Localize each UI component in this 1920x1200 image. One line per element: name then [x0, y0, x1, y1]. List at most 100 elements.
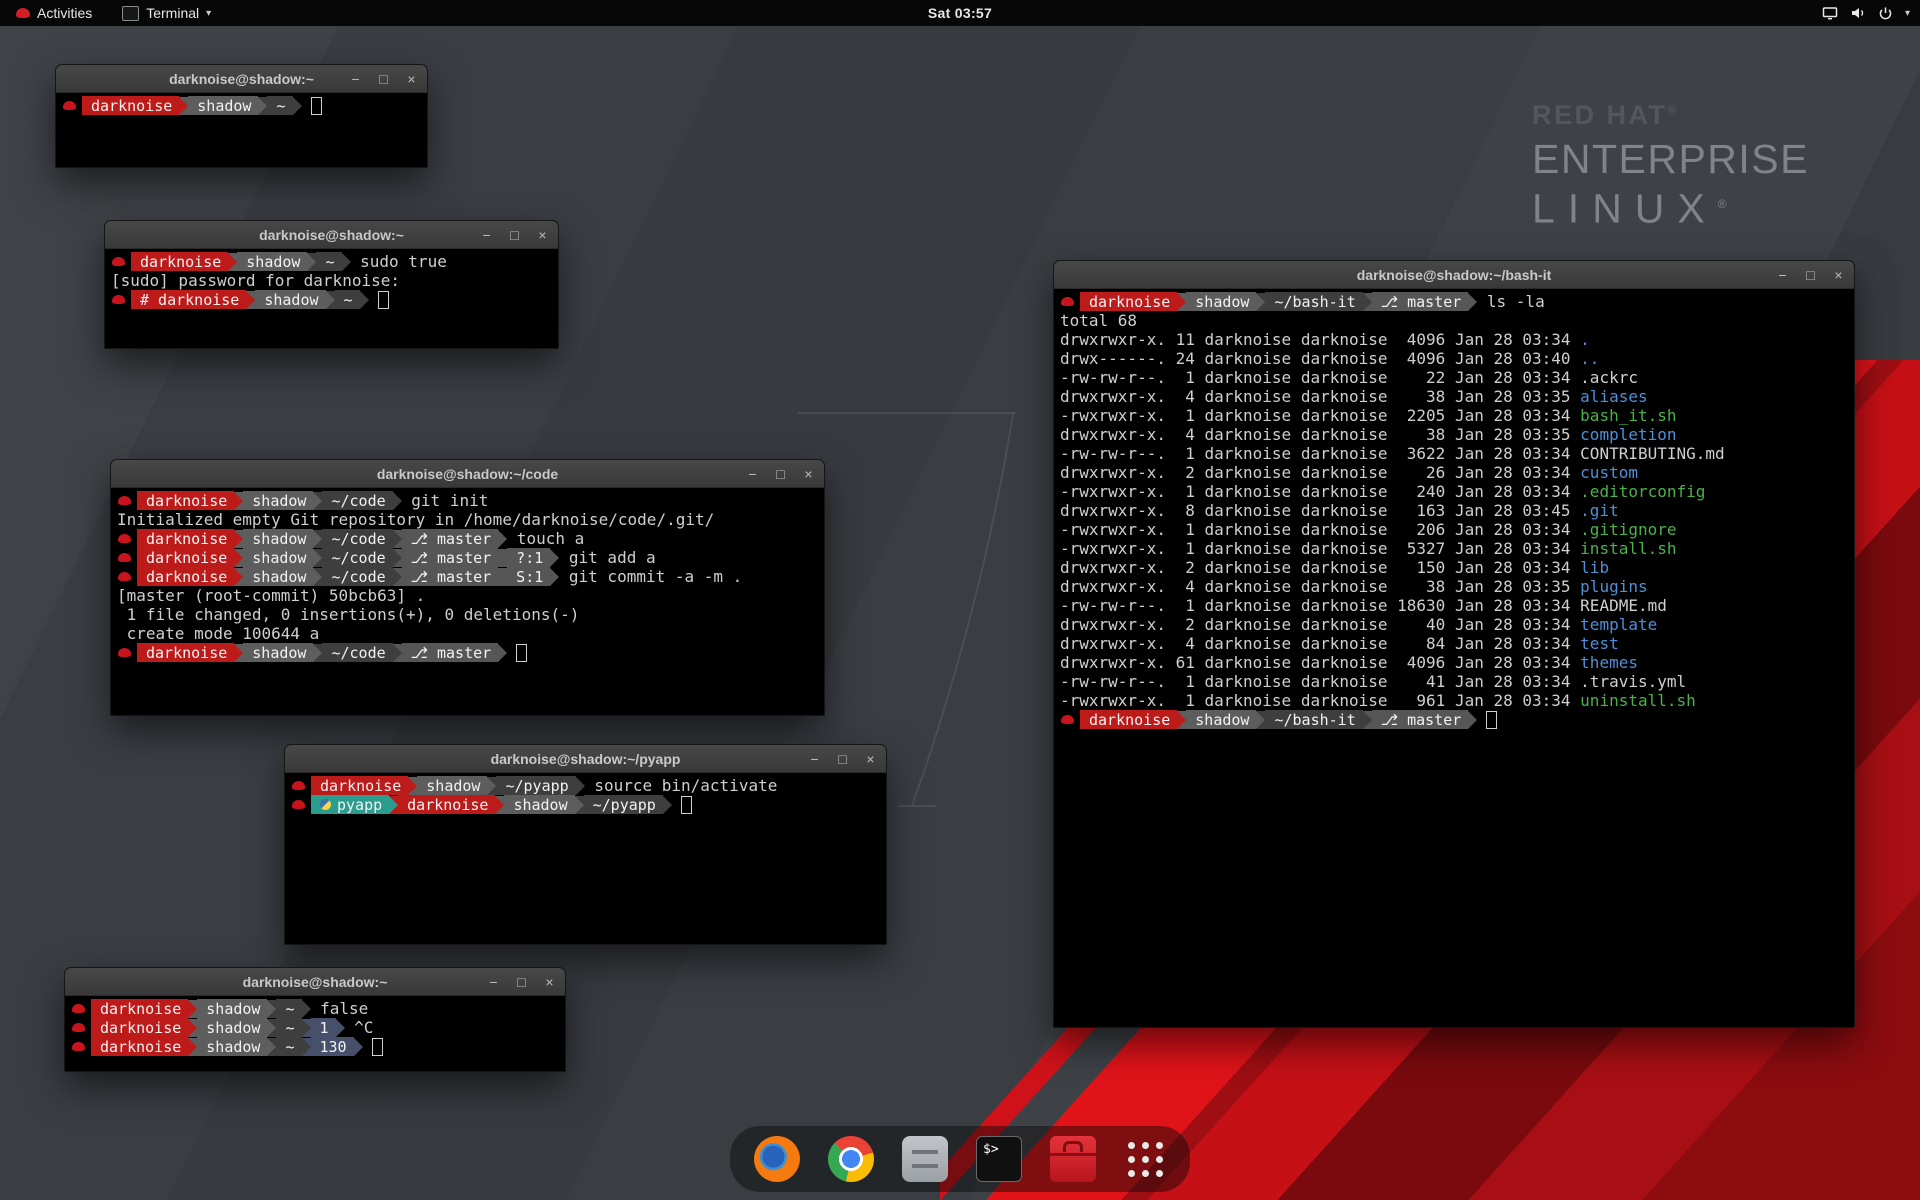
terminal-text: plugins [1580, 577, 1647, 596]
terminal-text: custom [1580, 463, 1638, 482]
prompt-segment: ~/code [322, 643, 392, 662]
prompt-segment: darknoise [311, 776, 408, 795]
terminal-line: -rwxrwxr-x. 1 darknoise darknoise 961 Ja… [1060, 691, 1848, 710]
app-menu[interactable]: Terminal ▾ [116, 0, 217, 26]
terminal-body[interactable]: darknoiseshadow~ [56, 93, 427, 167]
system-tray[interactable]: ▾ [1822, 0, 1920, 26]
terminal-icon[interactable]: $> [976, 1136, 1022, 1182]
minimize-button[interactable]: − [808, 752, 821, 766]
terminal-line: -rwxrwxr-x. 1 darknoise darknoise 2205 J… [1060, 406, 1848, 425]
close-button[interactable]: × [543, 975, 556, 989]
window-titlebar[interactable]: darknoise@shadow:~/code−□× [111, 460, 824, 488]
terminal-text: .gitignore [1580, 520, 1676, 539]
powerline-arrow-icon [393, 549, 402, 567]
close-button[interactable]: × [802, 467, 815, 481]
cursor [311, 97, 322, 115]
close-button[interactable]: × [1832, 268, 1845, 282]
prompt-segment: ⎇ master [1372, 710, 1469, 729]
minimize-button[interactable]: − [480, 228, 493, 242]
terminal-window[interactable]: darknoise@shadow:~/pyapp−□×darknoiseshad… [284, 744, 887, 945]
terminal-body[interactable]: darknoiseshadow~/bash-it⎇ master ls -lat… [1054, 289, 1854, 1027]
powerline-arrow-icon [389, 796, 398, 814]
powerline-arrow-icon [313, 492, 322, 510]
terminal-text: Initialized empty Git repository in /hom… [117, 510, 714, 529]
firefox-icon[interactable] [754, 1136, 800, 1182]
maximize-button[interactable]: □ [377, 72, 390, 86]
registered-mark: ® [1668, 103, 1679, 117]
window-titlebar[interactable]: darknoise@shadow:~/bash-it−□× [1054, 261, 1854, 289]
terminal-body[interactable]: darknoiseshadow~ sudo true[sudo] passwor… [105, 249, 558, 348]
maximize-button[interactable]: □ [774, 467, 787, 481]
powerline-arrow-icon [1468, 293, 1477, 311]
maximize-button[interactable]: □ [836, 752, 849, 766]
terminal-body[interactable]: darknoiseshadow~/pyapp source bin/activa… [285, 773, 886, 944]
prompt-segment: 1 [311, 1018, 336, 1037]
chevron-down-icon: ▾ [1905, 8, 1910, 19]
window-titlebar[interactable]: darknoise@shadow:~−□× [65, 968, 565, 996]
clock[interactable]: Sat 03:57 [928, 5, 992, 21]
redhat-prompt-icon [112, 257, 125, 266]
close-button[interactable]: × [405, 72, 418, 86]
window-titlebar[interactable]: darknoise@shadow:~/pyapp−□× [285, 745, 886, 773]
terminal-text: -rwxrwxr-x. 1 darknoise darknoise 5327 J… [1060, 539, 1580, 558]
terminal-window[interactable]: darknoise@shadow:~−□×darknoiseshadow~ su… [104, 220, 559, 349]
window-titlebar[interactable]: darknoise@shadow:~−□× [56, 65, 427, 93]
terminal-text: themes [1580, 653, 1638, 672]
terminal-text: bash_it.sh [1580, 406, 1676, 425]
terminal-line: darknoiseshadow~ [62, 96, 421, 115]
terminal-line: darknoiseshadow~/code⎇ master touch a [117, 529, 818, 548]
dock: $> [730, 1126, 1190, 1192]
maximize-button[interactable]: □ [508, 228, 521, 242]
powerline-arrow-icon [234, 549, 243, 567]
powerline-arrow-icon [234, 530, 243, 548]
toolbox-icon[interactable] [1050, 1136, 1096, 1182]
cursor [1486, 711, 1497, 729]
close-button[interactable]: × [536, 228, 549, 242]
close-button[interactable]: × [864, 752, 877, 766]
prompt-segment: darknoise [137, 491, 234, 510]
files-icon[interactable] [902, 1136, 948, 1182]
terminal-text: source bin/activate [585, 776, 778, 795]
terminal-window[interactable]: darknoise@shadow:~/code−□×darknoiseshado… [110, 459, 825, 716]
minimize-button[interactable]: − [746, 467, 759, 481]
prompt-segment: shadow [243, 548, 313, 567]
maximize-button[interactable]: □ [1804, 268, 1817, 282]
terminal-line: -rwxrwxr-x. 1 darknoise darknoise 240 Ja… [1060, 482, 1848, 501]
minimize-button[interactable]: − [349, 72, 362, 86]
terminal-window[interactable]: darknoise@shadow:~−□×darknoiseshadow~ fa… [64, 967, 566, 1072]
powerline-arrow-icon [495, 796, 504, 814]
powerline-arrow-icon [408, 777, 417, 795]
window-controls: − □ × [1776, 261, 1845, 288]
app-menu-label: Terminal [146, 5, 199, 21]
terminal-text: -rw-rw-r--. 1 darknoise darknoise 3622 J… [1060, 444, 1580, 463]
terminal-body[interactable]: darknoiseshadow~/code git initInitialize… [111, 488, 824, 715]
powerline-arrow-icon [313, 530, 322, 548]
terminal-text: drwxrwxr-x. 2 darknoise darknoise 26 Jan… [1060, 463, 1580, 482]
terminal-line: drwx------. 24 darknoise darknoise 4096 … [1060, 349, 1848, 368]
powerline-arrow-icon [336, 1019, 345, 1037]
cursor [681, 796, 692, 814]
minimize-button[interactable]: − [1776, 268, 1789, 282]
app-grid-icon[interactable] [1124, 1138, 1166, 1180]
terminal-line: drwxrwxr-x. 61 darknoise darknoise 4096 … [1060, 653, 1848, 672]
redhat-prompt-icon [292, 800, 305, 809]
powerline-arrow-icon [267, 1000, 276, 1018]
maximize-button[interactable]: □ [515, 975, 528, 989]
volume-icon [1850, 5, 1866, 21]
terminal-line: darknoiseshadow~/code git init [117, 491, 818, 510]
window-titlebar[interactable]: darknoise@shadow:~−□× [105, 221, 558, 249]
terminal-window[interactable]: darknoise@shadow:~/bash-it−□×darknoisesh… [1053, 260, 1855, 1028]
prompt-segment: ~/bash-it [1265, 710, 1362, 729]
powerline-arrow-icon [576, 777, 585, 795]
terminal-line: darknoiseshadow~/code⎇ master?:1 git add… [117, 548, 818, 567]
terminal-body[interactable]: darknoiseshadow~ falsedarknoiseshadow~1 … [65, 996, 565, 1071]
redhat-prompt-icon [63, 101, 76, 110]
activities-button[interactable]: Activities [10, 0, 98, 26]
terminal-window[interactable]: darknoise@shadow:~−□×darknoiseshadow~ [55, 64, 428, 168]
chrome-icon[interactable] [828, 1136, 874, 1182]
powerline-arrow-icon [550, 568, 559, 586]
terminal-text: completion [1580, 425, 1676, 444]
terminal-text: uninstall.sh [1580, 691, 1696, 710]
minimize-button[interactable]: − [487, 975, 500, 989]
prompt-segment: ⎇ master [402, 643, 499, 662]
